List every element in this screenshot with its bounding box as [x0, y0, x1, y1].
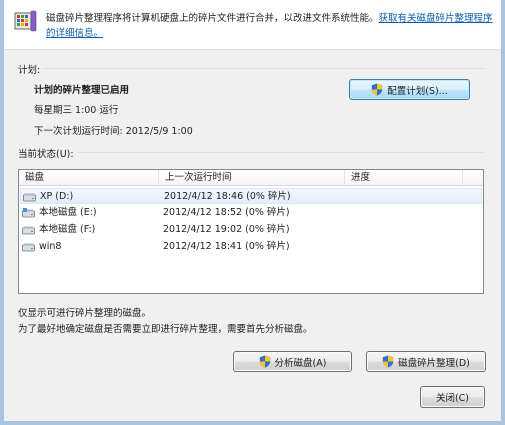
- disk-row-e[interactable]: 本地磁盘 (E:) 2012/4/12 18:52 (0% 碎片): [20, 205, 482, 221]
- schedule-section-label: 计划:: [18, 65, 41, 76]
- status-section-label: 当前状态(U):: [18, 149, 74, 160]
- disk-name: win8: [39, 241, 62, 252]
- analyze-disk-label: 分析磁盘(A): [274, 357, 327, 369]
- disk-name: 本地磁盘 (E:): [39, 207, 97, 218]
- hard-drive-icon: [22, 243, 35, 252]
- disk-row-d[interactable]: XP (D:) 2012/4/12 18:46 (0% 碎片): [20, 188, 482, 204]
- column-header-last-run[interactable]: 上一次运行时间: [159, 170, 345, 186]
- disk-row-win8[interactable]: win8 2012/4/12 18:41 (0% 碎片): [20, 239, 482, 255]
- disk-last-run: 2012/4/12 18:52 (0% 碎片): [163, 207, 290, 218]
- hard-drive-icon: [22, 208, 35, 218]
- disk-name: 本地磁盘 (F:): [39, 224, 96, 235]
- uac-shield-icon: [259, 355, 270, 368]
- disk-name: XP (D:): [40, 191, 74, 202]
- schedule-divider: [44, 68, 484, 69]
- schedule-frequency: 每星期三 1:00 运行: [34, 105, 119, 116]
- defragment-disk-label: 磁盘碎片整理(D): [398, 357, 470, 369]
- disk-list-header: 磁盘 上一次运行时间 进度: [19, 170, 483, 186]
- uac-shield-icon: [382, 355, 394, 368]
- intro-description: 磁盘碎片整理程序将计算机硬盘上的碎片文件进行合并，以改进文件系统性能。: [46, 13, 379, 24]
- column-header-disk[interactable]: 磁盘: [19, 170, 159, 186]
- hard-drive-icon: [22, 226, 35, 235]
- defragmenter-app-icon: [14, 10, 37, 32]
- note-defraggable-only: 仅显示可进行碎片整理的磁盘。: [18, 308, 152, 319]
- column-header-progress[interactable]: 进度: [345, 170, 463, 186]
- status-divider: [78, 152, 484, 153]
- hard-drive-icon: [23, 193, 36, 202]
- disk-row-f[interactable]: 本地磁盘 (F:) 2012/4/12 19:02 (0% 碎片): [20, 222, 482, 238]
- disk-list[interactable]: 磁盘 上一次运行时间 进度 XP (D:) 2012/4/12 18:46 (0…: [18, 169, 484, 294]
- description-pane: 磁盘碎片整理程序将计算机硬盘上的碎片文件进行合并，以改进文件系统性能。获取有关磁…: [4, 0, 501, 50]
- note-analyze-first: 为了最好地确定磁盘是否需要立即进行碎片整理，需要首先分析磁盘。: [18, 324, 313, 335]
- analyze-disk-button[interactable]: 分析磁盘(A): [233, 351, 352, 372]
- close-label: 关闭(C): [435, 393, 470, 404]
- disk-last-run: 2012/4/12 19:02 (0% 碎片): [163, 224, 290, 235]
- schedule-next-run: 下一次计划运行时间: 2012/5/9 1:00: [34, 126, 193, 137]
- intro-text: 磁盘碎片整理程序将计算机硬盘上的碎片文件进行合并，以改进文件系统性能。获取有关磁…: [46, 11, 496, 41]
- configure-schedule-button[interactable]: 配置计划(S)...: [349, 79, 470, 100]
- close-button[interactable]: 关闭(C): [420, 386, 485, 408]
- defragment-disk-button[interactable]: 磁盘碎片整理(D): [366, 351, 486, 372]
- disk-last-run: 2012/4/12 18:41 (0% 碎片): [163, 241, 290, 252]
- uac-shield-icon: [372, 83, 383, 96]
- configure-schedule-label: 配置计划(S)...: [387, 85, 448, 97]
- schedule-status-title: 计划的碎片整理已启用: [34, 85, 130, 96]
- disk-last-run: 2012/4/12 18:46 (0% 碎片): [164, 191, 291, 202]
